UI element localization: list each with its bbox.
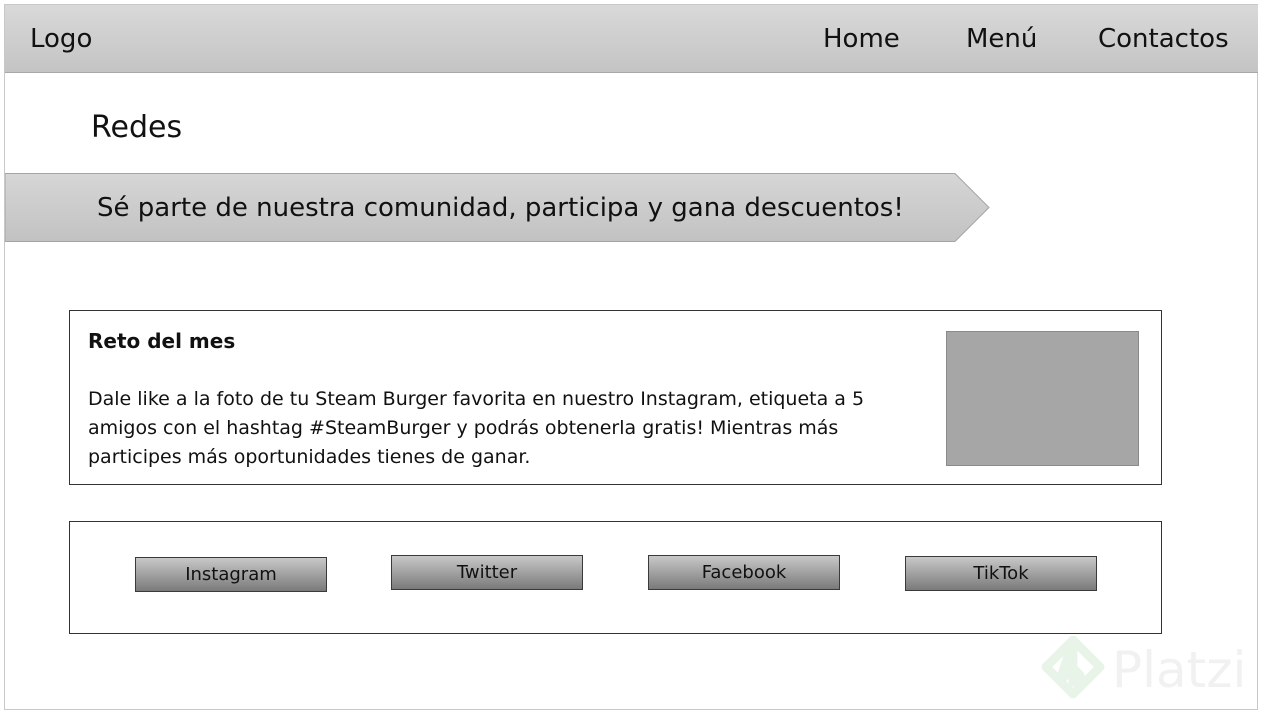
platzi-watermark: Platzi — [1040, 636, 1255, 706]
section-title: Redes — [91, 110, 183, 145]
challenge-description: Dale like a la foto de tu Steam Burger f… — [88, 388, 865, 468]
navbar: Logo Home Menú Contactos — [5, 5, 1258, 73]
platzi-logo-icon — [1041, 636, 1105, 699]
challenge-title: Reto del mes — [88, 329, 236, 353]
nav-item-contactos[interactable]: Contactos — [1098, 23, 1229, 55]
instagram-button[interactable]: Instagram — [135, 557, 327, 592]
social-links-card: Instagram Twitter Facebook TikTok — [69, 521, 1162, 634]
twitter-button[interactable]: Twitter — [391, 555, 583, 590]
nav-item-home[interactable]: Home — [823, 23, 900, 55]
facebook-button[interactable]: Facebook — [648, 555, 840, 590]
banner-text: Sé parte de nuestra comunidad, participa… — [97, 193, 904, 223]
logo[interactable]: Logo — [30, 23, 92, 55]
challenge-image-placeholder — [946, 331, 1139, 466]
promo-banner: Sé parte de nuestra comunidad, participa… — [5, 173, 990, 242]
tiktok-button[interactable]: TikTok — [905, 556, 1097, 591]
nav-item-menu[interactable]: Menú — [966, 23, 1037, 55]
watermark-text: Platzi — [1112, 641, 1247, 699]
challenge-card: Reto del mes Dale like a la foto de tu S… — [69, 310, 1162, 485]
